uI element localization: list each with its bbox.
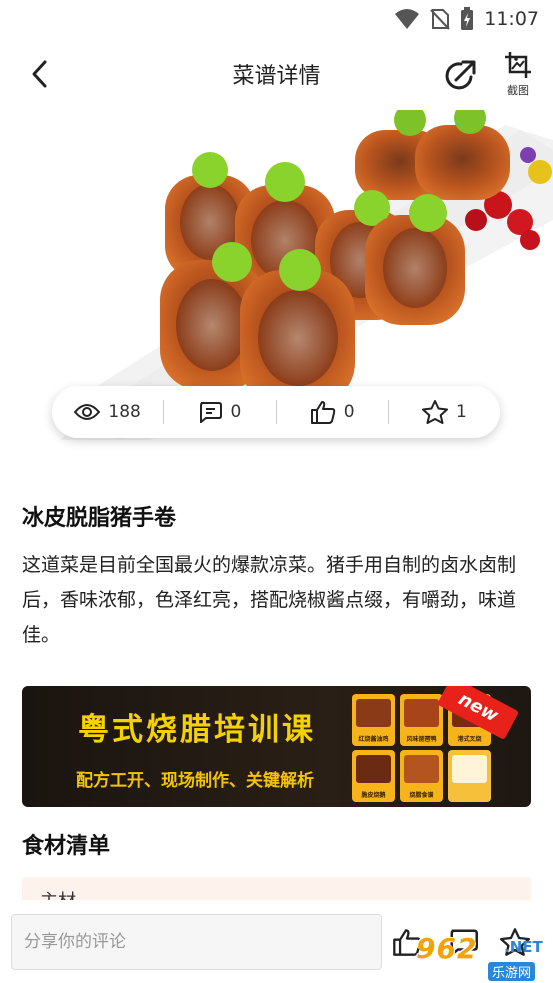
banner-thumbnail: 风味琵琶鸭 — [400, 694, 443, 746]
comments-stat[interactable]: 0 — [164, 386, 275, 438]
likes-stat[interactable]: 0 — [277, 386, 388, 438]
comment-input[interactable] — [11, 914, 382, 970]
thumbs-up-icon — [310, 401, 335, 424]
no-sim-icon — [430, 8, 450, 30]
ad-banner[interactable]: 粤式烧腊培训课 配方工开、现场制作、关键解析 红烧酱油鸡 风味琵琶鸭 港式叉烧 … — [22, 686, 531, 807]
watermark-net: .NET — [504, 938, 543, 956]
share-button[interactable] — [441, 57, 479, 95]
eye-icon — [74, 404, 101, 420]
views-stat: 188 — [52, 386, 163, 438]
likes-count: 0 — [343, 402, 355, 422]
chevron-left-icon — [32, 60, 47, 88]
site-watermark: 962 .NET 乐游网 — [416, 930, 550, 981]
comment-icon — [200, 402, 223, 423]
banner-thumbnail — [448, 750, 491, 802]
screenshot-icon — [505, 52, 531, 78]
views-count: 188 — [108, 402, 141, 422]
banner-subtitle: 配方工开、现场制作、关键解析 — [76, 771, 314, 791]
screenshot-label: 截图 — [507, 84, 529, 97]
favorites-stat[interactable]: 1 — [389, 386, 500, 438]
comments-count: 0 — [230, 402, 242, 422]
watermark-site: 乐游网 — [488, 962, 536, 981]
share-icon — [445, 60, 476, 90]
screenshot-button[interactable]: 截图 — [497, 50, 539, 106]
dish-title: 冰皮脱脂猪手卷 — [22, 506, 177, 531]
banner-title: 粤式烧腊培训课 — [78, 712, 316, 748]
banner-thumbnail: 烧腊食谱 — [400, 750, 443, 802]
watermark-logo: 962 — [416, 932, 478, 965]
banner-thumbnail: 红烧酱油鸡 — [352, 694, 395, 746]
ingredients-title: 食材清单 — [22, 834, 111, 859]
banner-thumbnail: 脆皮烧鹅 — [352, 750, 395, 802]
favorites-count: 1 — [455, 402, 467, 422]
dish-description: 这道菜是目前全国最火的爆款凉菜。猪手用自制的卤水卤制后，香味浓郁，色泽红亮，搭配… — [22, 554, 517, 646]
stats-bar: 188 0 0 1 — [52, 386, 500, 438]
wifi-icon — [394, 8, 420, 30]
status-bar: 11:07 — [0, 0, 553, 38]
back-button[interactable] — [22, 56, 58, 92]
battery-charging-icon — [460, 7, 474, 31]
nav-bar: 菜谱详情 截图 — [0, 40, 553, 110]
status-time: 11:07 — [484, 8, 539, 30]
star-icon — [421, 400, 448, 424]
